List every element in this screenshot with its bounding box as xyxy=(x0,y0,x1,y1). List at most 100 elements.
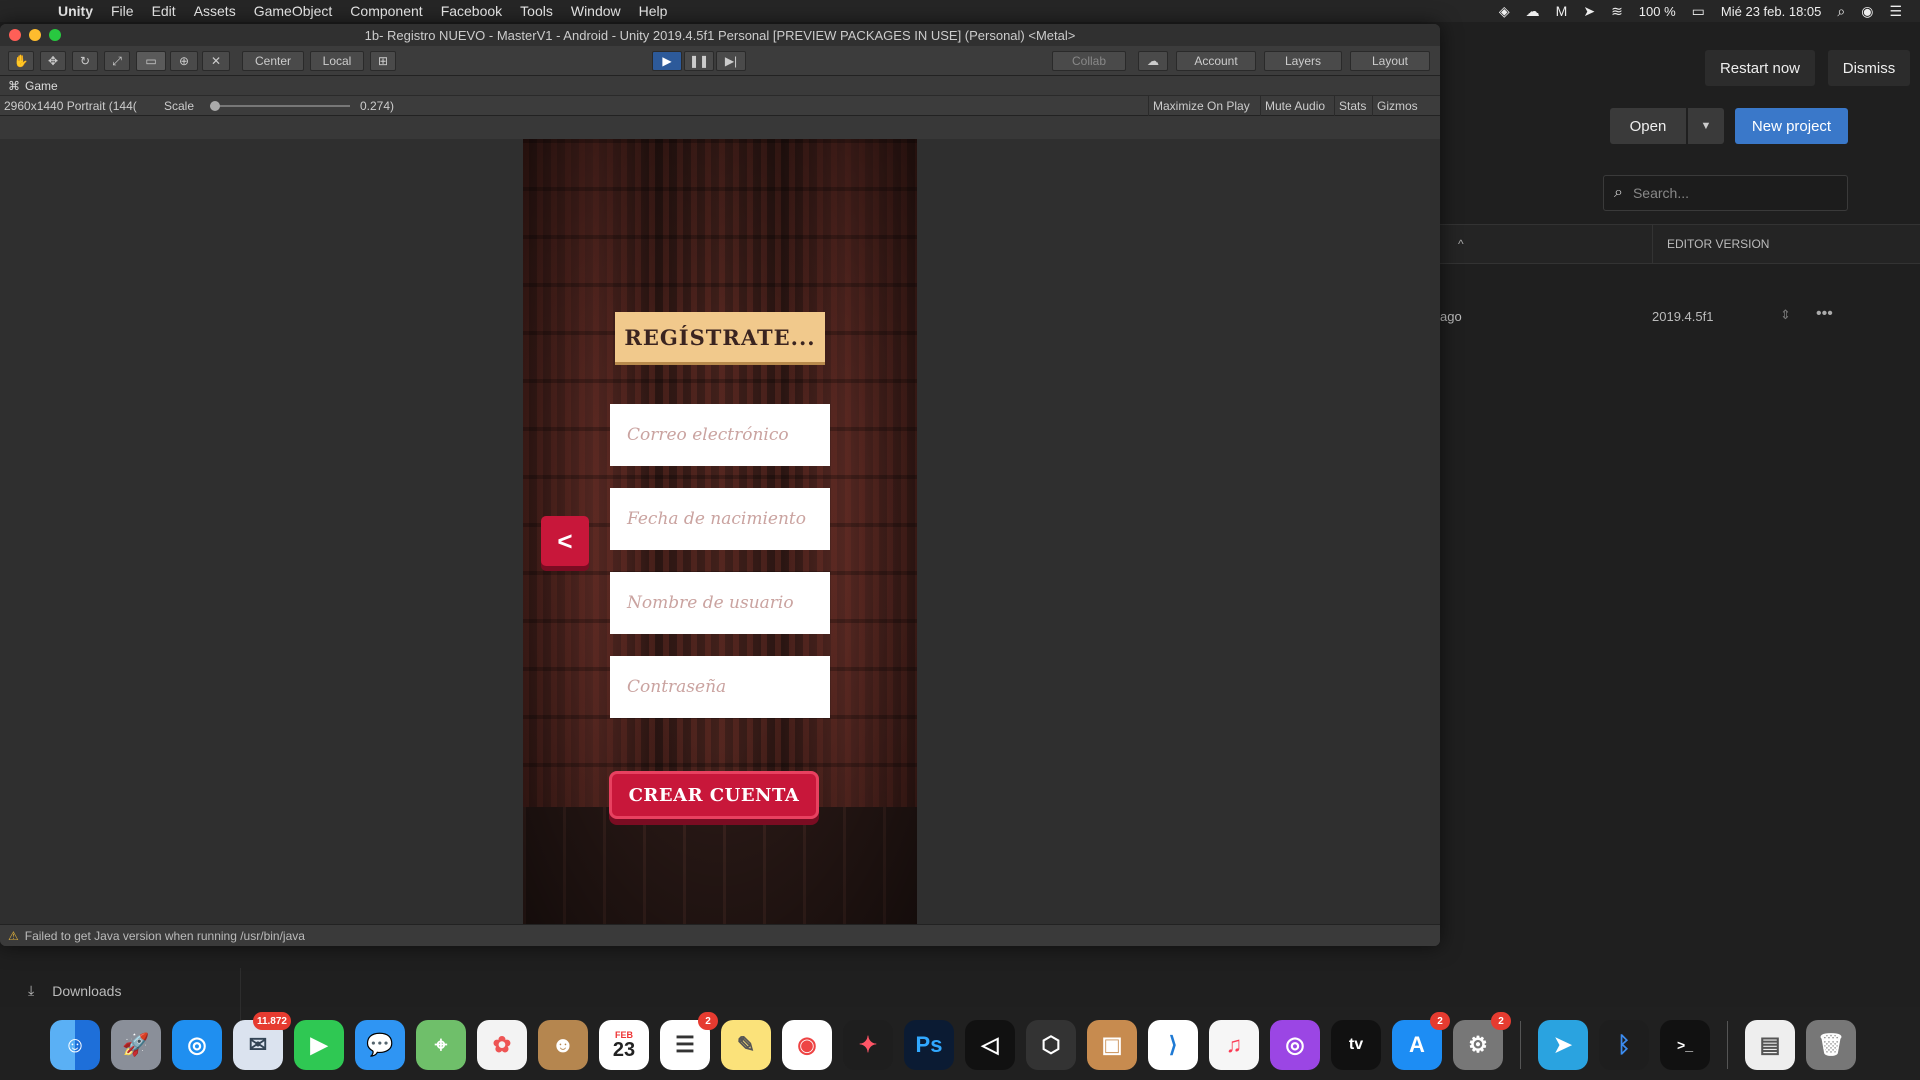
spotlight-search-icon[interactable]: ⌕ xyxy=(1837,3,1845,20)
maximize-on-play-toggle[interactable]: Maximize On Play xyxy=(1148,96,1254,116)
game-tab[interactable]: ⌘ Game xyxy=(0,76,1440,96)
back-arrow-button[interactable]: < xyxy=(541,516,589,566)
launchpad-icon[interactable]: 🚀 xyxy=(111,1020,161,1070)
bluetooth-icon[interactable]: ᛒ xyxy=(1599,1020,1649,1070)
wifi-icon[interactable]: ≋ xyxy=(1611,3,1623,20)
stats-toggle[interactable]: Stats xyxy=(1334,96,1370,116)
siri-icon[interactable]: ◉ xyxy=(1861,3,1873,20)
move-tool-icon[interactable]: ✥ xyxy=(40,51,66,71)
layers-dropdown[interactable]: Layers xyxy=(1264,51,1342,71)
username-field[interactable]: Nombre de usuario xyxy=(610,572,830,634)
menu-tools[interactable]: Tools xyxy=(520,3,553,19)
apple-tv-icon[interactable]: tv xyxy=(1331,1020,1381,1070)
menu-file[interactable]: File xyxy=(111,3,134,19)
resolution-dropdown[interactable]: 2960x1440 Portrait (144( xyxy=(0,96,158,116)
zoom-window-icon[interactable] xyxy=(49,29,61,41)
open-project-button[interactable]: Open xyxy=(1610,108,1686,144)
snap-icon[interactable]: ⊞ xyxy=(370,51,396,71)
pivot-local-toggle[interactable]: Local xyxy=(310,51,364,71)
play-button[interactable]: ▶ xyxy=(652,51,682,71)
unity-status-icon[interactable]: ◈ xyxy=(1499,3,1510,20)
account-dropdown[interactable]: Account xyxy=(1176,51,1256,71)
vscode-icon[interactable]: ⟩ xyxy=(1148,1020,1198,1070)
safari-icon[interactable]: ◎ xyxy=(172,1020,222,1070)
layout-dropdown[interactable]: Layout xyxy=(1350,51,1430,71)
photoshop-icon[interactable]: Ps xyxy=(904,1020,954,1070)
download-icon: ⤓ xyxy=(28,982,35,998)
figma-icon[interactable]: ✦ xyxy=(843,1020,893,1070)
chrome-icon[interactable]: ◉ xyxy=(782,1020,832,1070)
menu-help[interactable]: Help xyxy=(639,3,668,19)
menu-component[interactable]: Component xyxy=(350,3,422,19)
version-select-icon[interactable]: ⇕ xyxy=(1780,307,1791,323)
music-icon[interactable]: ♫ xyxy=(1209,1020,1259,1070)
notes-icon[interactable]: ✎ xyxy=(721,1020,771,1070)
more-options-icon[interactable]: ••• xyxy=(1816,305,1833,323)
unity-hub-icon[interactable]: ⬡ xyxy=(1026,1020,1076,1070)
app-store-icon[interactable]: A2 xyxy=(1392,1012,1450,1070)
gizmos-toggle[interactable]: Gizmos xyxy=(1372,96,1422,116)
photos-icon[interactable]: ✿ xyxy=(477,1020,527,1070)
facetime-icon[interactable]: ▶ xyxy=(294,1020,344,1070)
maps-icon[interactable]: ⌖ xyxy=(416,1020,466,1070)
battery-icon[interactable]: ▭ xyxy=(1692,3,1705,20)
email-field[interactable]: Correo electrónico xyxy=(610,404,830,466)
dismiss-button[interactable]: Dismiss xyxy=(1828,50,1910,86)
custom-tool-icon[interactable]: ✕ xyxy=(202,51,230,71)
reminders-icon[interactable]: ☰ 2 xyxy=(660,1012,718,1070)
contacts-icon[interactable]: ☻ xyxy=(538,1020,588,1070)
birthdate-field[interactable]: Fecha de nacimiento xyxy=(610,488,830,550)
menu-facebook[interactable]: Facebook xyxy=(441,3,502,19)
zip-archive-icon[interactable]: ▤ xyxy=(1745,1020,1795,1070)
telegram-status-icon[interactable]: ➤ xyxy=(1583,3,1595,20)
hub-search-input[interactable]: ⌕ Search... xyxy=(1603,175,1848,211)
restart-now-button[interactable]: Restart now xyxy=(1705,50,1815,86)
pivot-center-toggle[interactable]: Center xyxy=(242,51,304,71)
minimize-window-icon[interactable] xyxy=(29,29,41,41)
step-button[interactable]: ▶| xyxy=(716,51,746,71)
downloads-item[interactable]: ⤓ Downloads xyxy=(28,982,121,999)
game-viewport[interactable]: REGÍSTRATE... Correo electrónico Fecha d… xyxy=(0,139,1440,946)
calendar-icon[interactable]: FEB 23 xyxy=(599,1020,649,1070)
scale-tool-icon[interactable]: ⤢ xyxy=(104,51,130,71)
menu-gameobject[interactable]: GameObject xyxy=(254,3,333,19)
mute-audio-toggle[interactable]: Mute Audio xyxy=(1260,96,1329,116)
trash-icon[interactable]: 🗑 xyxy=(1806,1020,1856,1070)
pause-button[interactable]: ❚❚ xyxy=(684,51,714,71)
sort-caret-icon[interactable]: ^ xyxy=(1458,237,1464,251)
transform-tool-icon[interactable]: ⊕ xyxy=(170,51,198,71)
editor-version-header[interactable]: EDITOR VERSION xyxy=(1652,225,1862,263)
control-center-icon[interactable]: ☰ xyxy=(1889,3,1902,20)
unity-icon[interactable]: ◁ xyxy=(965,1020,1015,1070)
creative-cloud-icon[interactable]: ☁ xyxy=(1526,3,1540,20)
menubar-clock[interactable]: Mié 23 feb. 18:05 xyxy=(1721,4,1821,19)
menu-window[interactable]: Window xyxy=(571,3,621,19)
menu-assets[interactable]: Assets xyxy=(194,3,236,19)
table-row[interactable]: ago 2019.4.5f1 ⇕ ••• xyxy=(1440,305,1920,329)
close-window-icon[interactable] xyxy=(9,29,21,41)
collab-button[interactable]: Collab xyxy=(1052,51,1126,71)
game-view-toolbar: 2960x1440 Portrait (144( Scale 0.274) Ma… xyxy=(0,96,1440,116)
cloud-icon[interactable]: ☁ xyxy=(1138,51,1168,71)
scale-slider[interactable] xyxy=(206,96,354,116)
window-titlebar: 1b- Registro NUEVO - MasterV1 - Android … xyxy=(0,24,1440,46)
console-status-bar[interactable]: ⚠ Failed to get Java version when runnin… xyxy=(0,924,1440,946)
new-project-button[interactable]: New project xyxy=(1735,108,1848,144)
terminal-icon[interactable]: >_ xyxy=(1660,1020,1710,1070)
finder-icon[interactable]: ☺ xyxy=(50,1020,100,1070)
rect-tool-icon[interactable]: ▭ xyxy=(136,51,166,71)
menu-app-unity[interactable]: Unity xyxy=(58,3,93,19)
mail-icon[interactable]: ✉ 11.872 xyxy=(233,1012,291,1070)
password-field[interactable]: Contraseña xyxy=(610,656,830,718)
create-account-button[interactable]: CREAR CUENTA xyxy=(609,771,819,819)
system-preferences-icon[interactable]: ⚙ 2 xyxy=(1453,1012,1511,1070)
menu-edit[interactable]: Edit xyxy=(152,3,176,19)
hand-tool-icon[interactable]: ✋ xyxy=(8,51,34,71)
podcasts-icon[interactable]: ◎ xyxy=(1270,1020,1320,1070)
malwarebytes-icon[interactable]: M xyxy=(1556,3,1568,19)
messages-icon[interactable]: 💬 xyxy=(355,1020,405,1070)
open-dropdown-chevron-icon[interactable]: ▼ xyxy=(1688,108,1724,144)
package-app-icon[interactable]: ▣ xyxy=(1087,1020,1137,1070)
rotate-tool-icon[interactable]: ↻ xyxy=(72,51,98,71)
telegram-icon[interactable]: ➤ xyxy=(1538,1020,1588,1070)
